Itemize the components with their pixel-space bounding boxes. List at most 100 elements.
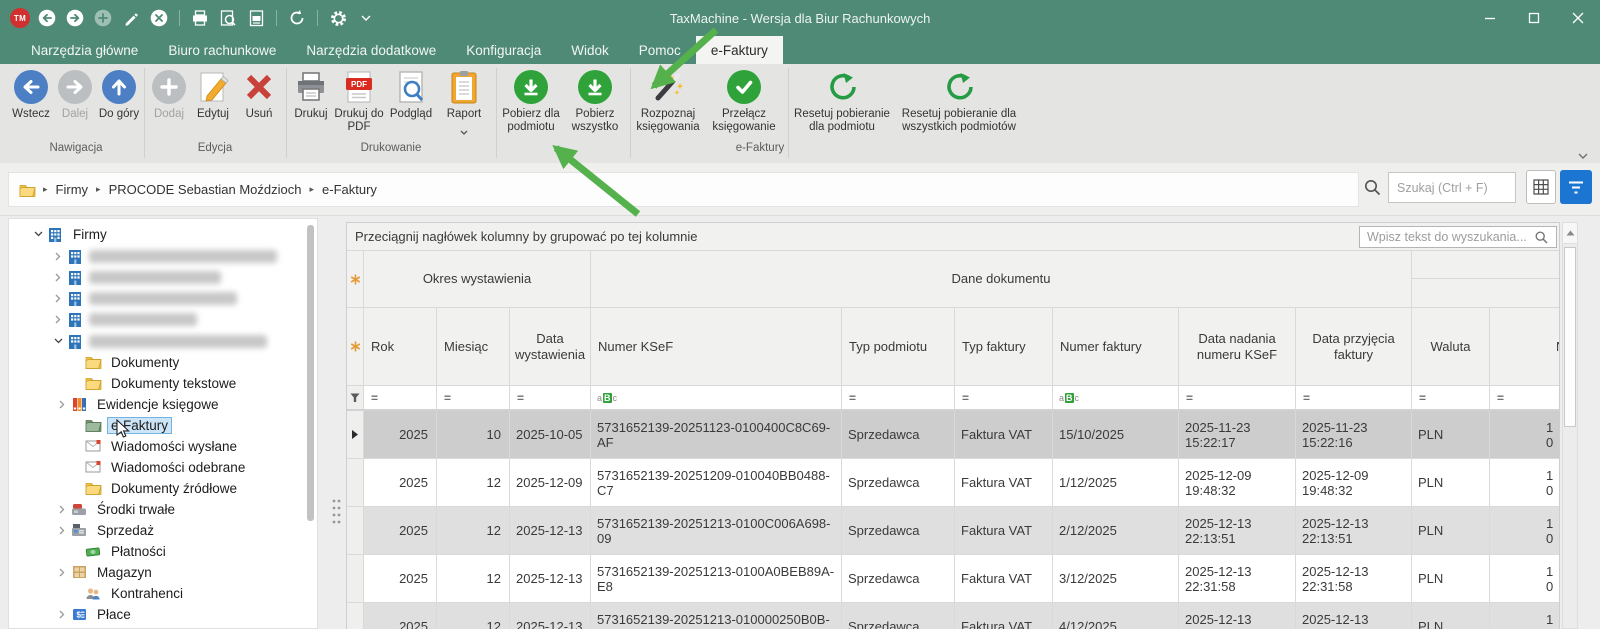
settings-gear-icon[interactable] bbox=[327, 7, 349, 29]
grid-scrollbar[interactable] bbox=[1562, 222, 1578, 629]
expand-icon[interactable] bbox=[51, 294, 65, 303]
minimize-button[interactable] bbox=[1468, 0, 1512, 36]
toolbar-dropdown-icon[interactable] bbox=[355, 7, 377, 29]
column-header-data-wystawienia[interactable]: Data wystawienia bbox=[510, 308, 591, 386]
tree-item-platnosci[interactable]: Płatności bbox=[69, 541, 170, 561]
tree-item-dokumenty-zrodlowe[interactable]: Dokumenty źródłowe bbox=[69, 478, 241, 498]
filter-funnel-icon[interactable] bbox=[347, 386, 364, 411]
panel-splitter-handle[interactable] bbox=[331, 498, 341, 526]
column-header-typ-faktury[interactable]: Typ faktury bbox=[955, 308, 1053, 386]
filter-cell[interactable]: aBc bbox=[1053, 386, 1179, 411]
column-header-rok[interactable]: Rok bbox=[364, 308, 437, 386]
column-header-typ-podmiotu[interactable]: Typ podmiotu bbox=[842, 308, 955, 386]
maximize-button[interactable] bbox=[1512, 0, 1556, 36]
tree-item-company-blurred[interactable] bbox=[51, 267, 221, 287]
tab-e-faktury[interactable]: e-Faktury bbox=[696, 36, 783, 64]
tree-item-srodki-trwale[interactable]: Środki trwałe bbox=[55, 499, 179, 519]
band-dane-dokumentu[interactable]: Dane dokumentu bbox=[591, 251, 1412, 308]
print-pdf-icon[interactable] bbox=[245, 7, 267, 29]
expand-icon[interactable] bbox=[55, 568, 69, 577]
scrollbar-thumb[interactable] bbox=[1564, 247, 1576, 427]
cancel-icon[interactable] bbox=[148, 7, 170, 29]
filter-cell[interactable]: = bbox=[955, 386, 1053, 411]
tree-item-magazyn[interactable]: Magazyn bbox=[55, 562, 156, 582]
expand-icon[interactable] bbox=[51, 252, 65, 261]
tab-narzedzia-dodatkowe[interactable]: Narzędzia dodatkowe bbox=[291, 36, 451, 64]
tree-item-company-expanded[interactable] bbox=[51, 331, 267, 351]
edit-pencil-icon[interactable] bbox=[120, 7, 142, 29]
tab-biuro-rachunkowe[interactable]: Biuro rachunkowe bbox=[153, 36, 291, 64]
breadcrumb-item-e-faktury[interactable]: e-Faktury bbox=[318, 182, 381, 197]
refresh-icon[interactable] bbox=[286, 7, 308, 29]
column-header-data-nadania[interactable]: Data nadania numeru KSeF bbox=[1179, 308, 1296, 386]
column-header-numer-faktury[interactable]: Numer faktury bbox=[1053, 308, 1179, 386]
column-header-numer-ksef[interactable]: Numer KSeF bbox=[591, 308, 842, 386]
expand-icon[interactable] bbox=[55, 526, 69, 535]
breadcrumb[interactable]: ▸ Firmy ▸ PROCODE Sebastian Moździoch ▸ … bbox=[8, 172, 1359, 207]
band-okres-wystawienia[interactable]: Okres wystawienia bbox=[364, 251, 591, 308]
tab-widok[interactable]: Widok bbox=[556, 36, 624, 64]
filter-cell[interactable]: = bbox=[437, 386, 510, 411]
expand-icon[interactable] bbox=[51, 273, 65, 282]
forward-icon[interactable] bbox=[64, 7, 86, 29]
tree-item-firmy[interactable]: Firmy bbox=[31, 224, 111, 244]
filter-cell[interactable]: = bbox=[364, 386, 437, 411]
filter-button[interactable] bbox=[1560, 170, 1592, 204]
expand-icon[interactable] bbox=[55, 505, 69, 514]
table-row[interactable]: 2025 12 2025-12-13 5731652139-20251213-0… bbox=[347, 507, 1559, 555]
tree-item-ewidencje-ksiegowe[interactable]: Ewidencje księgowe bbox=[55, 394, 223, 414]
print-icon[interactable] bbox=[189, 7, 211, 29]
global-search-input[interactable] bbox=[1388, 172, 1516, 203]
expand-icon[interactable] bbox=[55, 610, 69, 619]
column-header-data-przyjecia[interactable]: Data przyjęcia faktury bbox=[1296, 308, 1412, 386]
collapse-icon[interactable] bbox=[51, 338, 65, 344]
tree-item-company-blurred[interactable] bbox=[51, 246, 277, 266]
expand-icon[interactable] bbox=[55, 400, 69, 409]
table-row[interactable]: 2025 12 2025-12-09 5731652139-20251209-0… bbox=[347, 459, 1559, 507]
filter-cell[interactable]: = bbox=[510, 386, 591, 411]
tree-item-partial[interactable] bbox=[69, 625, 107, 629]
filter-cell[interactable]: = bbox=[1179, 386, 1296, 411]
print-preview-icon[interactable] bbox=[217, 7, 239, 29]
tree-item-kontrahenci[interactable]: Kontrahenci bbox=[69, 583, 187, 603]
tree-item-wiadomosci-wyslane[interactable]: Wiadomości wysłane bbox=[69, 436, 241, 456]
back-icon[interactable] bbox=[36, 7, 58, 29]
column-header-clipped[interactable]: N bbox=[1490, 308, 1559, 386]
mail-icon bbox=[83, 461, 103, 473]
column-header-miesiac[interactable]: Miesiąc bbox=[437, 308, 510, 386]
filter-cell[interactable]: aBc bbox=[591, 386, 842, 411]
red-x-icon bbox=[243, 68, 275, 106]
tree-item-place[interactable]: $ Płace bbox=[55, 604, 135, 624]
tree-item-sprzedaz[interactable]: Sprzedaż bbox=[55, 520, 158, 540]
table-row-selected[interactable]: 2025 10 2025-10-05 5731652139-20251123-0… bbox=[347, 411, 1559, 459]
breadcrumb-item-company[interactable]: PROCODE Sebastian Moździoch bbox=[105, 182, 306, 197]
tab-pomoc[interactable]: Pomoc bbox=[624, 36, 696, 64]
table-row-partial[interactable]: 2025 12 2025-12-13 5731652139-20251213-0… bbox=[347, 603, 1559, 629]
ribbon-collapse-icon[interactable] bbox=[1578, 146, 1588, 164]
table-row[interactable]: 2025 12 2025-12-13 5731652139-20251213-0… bbox=[347, 555, 1559, 603]
tab-konfiguracja[interactable]: Konfiguracja bbox=[451, 36, 556, 64]
tree-item-wiadomosci-odebrane[interactable]: Wiadomości odebrane bbox=[69, 457, 249, 477]
collapse-icon[interactable] bbox=[31, 231, 45, 237]
grid-search-input[interactable] bbox=[1359, 226, 1557, 248]
filter-cell[interactable]: = bbox=[842, 386, 955, 411]
filter-cell[interactable]: = bbox=[1490, 386, 1559, 411]
filter-cell[interactable]: = bbox=[1296, 386, 1412, 411]
expand-icon[interactable] bbox=[51, 315, 65, 324]
tree-item-dokumenty[interactable]: Dokumenty bbox=[69, 352, 183, 372]
tree-item-company-blurred[interactable] bbox=[51, 288, 237, 308]
tree-scrollbar[interactable] bbox=[307, 225, 314, 521]
group-label-nawigacja: Nawigacja bbox=[8, 142, 144, 154]
tree-item-e-faktury[interactable]: e-Faktury bbox=[69, 415, 172, 435]
asterisk-icon bbox=[350, 274, 361, 285]
column-header-waluta[interactable]: Waluta bbox=[1412, 308, 1490, 386]
tree-item-dokumenty-tekstowe[interactable]: Dokumenty tekstowe bbox=[69, 373, 240, 393]
tab-narzedzia-glowne[interactable]: Narzędzia główne bbox=[16, 36, 153, 64]
scroll-up-icon[interactable] bbox=[1563, 223, 1577, 244]
close-button[interactable] bbox=[1556, 0, 1600, 36]
document-magnifier-icon bbox=[396, 68, 426, 106]
filter-cell[interactable]: = bbox=[1412, 386, 1490, 411]
tree-item-company-blurred[interactable] bbox=[51, 309, 197, 329]
breadcrumb-item-firmy[interactable]: Firmy bbox=[52, 182, 93, 197]
grid-view-button[interactable] bbox=[1526, 170, 1556, 204]
